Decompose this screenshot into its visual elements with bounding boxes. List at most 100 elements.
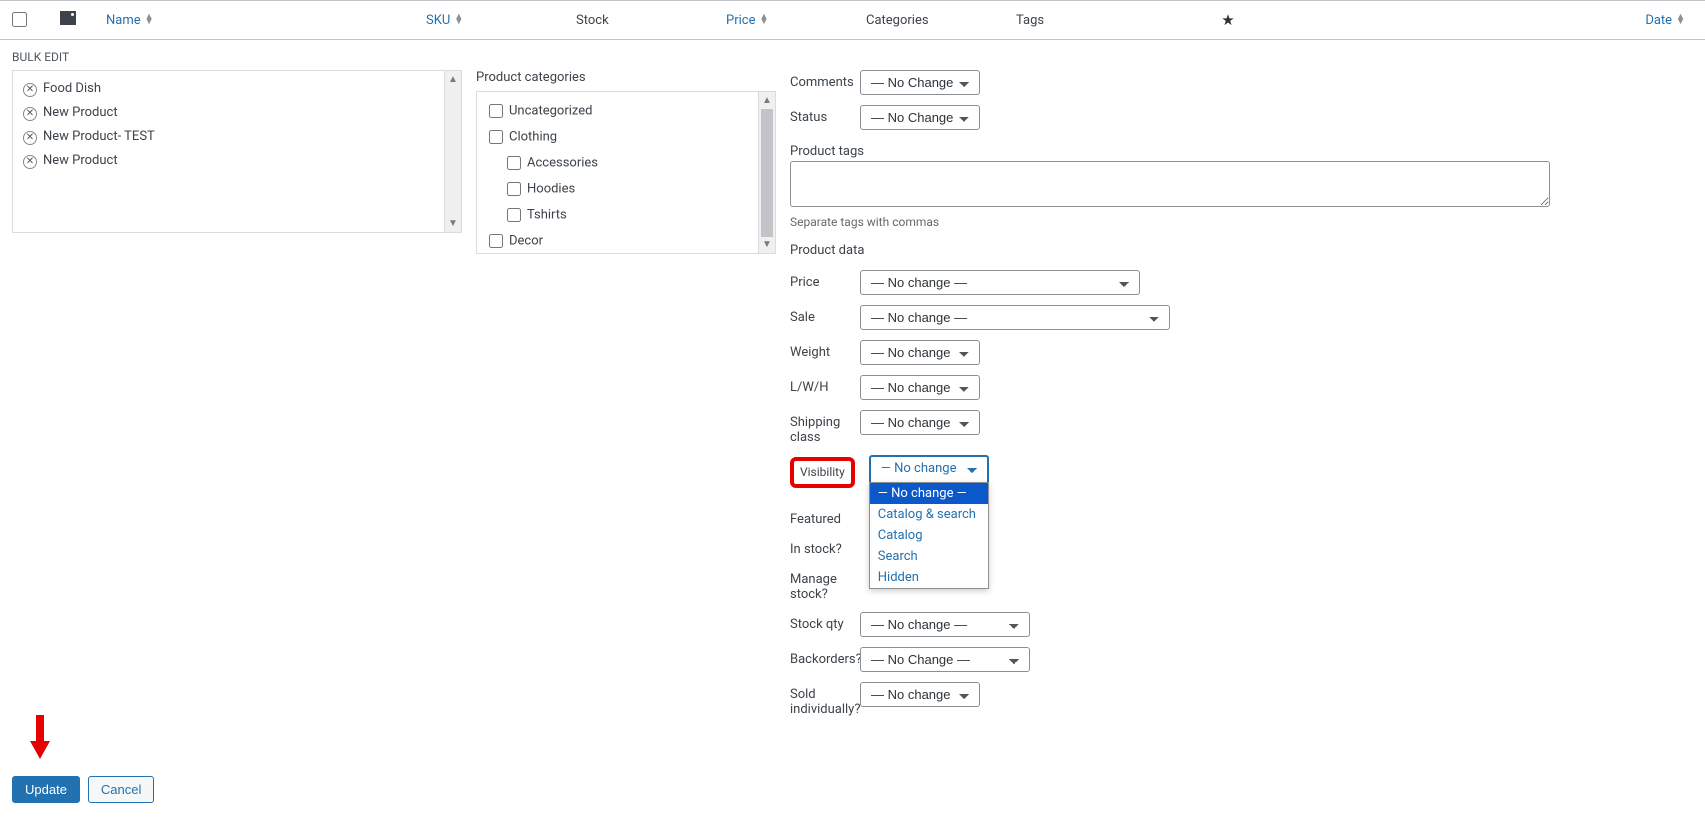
- stock-qty-select[interactable]: — No change —: [860, 612, 1030, 637]
- column-sku[interactable]: SKU▲▼: [418, 13, 568, 28]
- status-label: Status: [790, 105, 860, 125]
- column-stock: Stock: [568, 13, 718, 28]
- cat-checkbox[interactable]: [489, 130, 503, 144]
- sold-individually-select[interactable]: — No change —: [860, 682, 980, 707]
- cat-label: Tshirts: [527, 207, 567, 222]
- backorders-select[interactable]: — No Change —: [860, 647, 1030, 672]
- remove-icon[interactable]: ✕: [23, 155, 37, 169]
- cat-label: Decor: [509, 233, 543, 248]
- select-all-checkbox[interactable]: [12, 12, 27, 27]
- backorders-label: Backorders?: [790, 647, 860, 667]
- cat-hoodies[interactable]: Hoodies: [485, 176, 767, 202]
- column-sku-label: SKU: [426, 13, 450, 28]
- price-select[interactable]: — No change —: [860, 270, 1140, 295]
- column-stock-label: Stock: [576, 13, 609, 28]
- cat-label: Clothing: [509, 129, 557, 144]
- cancel-button[interactable]: Cancel: [88, 776, 154, 803]
- scrollbar[interactable]: ▲ ▼: [444, 71, 461, 232]
- column-tags: Tags: [1008, 13, 1188, 28]
- column-price[interactable]: Price▲▼: [718, 13, 858, 28]
- sale-select[interactable]: — No change —: [860, 305, 1170, 330]
- bulk-item: ✕ New Product: [21, 149, 453, 173]
- status-select[interactable]: — No Change —: [860, 105, 980, 130]
- cancel-button-label: Cancel: [101, 782, 141, 797]
- image-icon: [60, 11, 76, 25]
- cat-decor[interactable]: Decor: [485, 228, 767, 253]
- remove-icon[interactable]: ✕: [23, 83, 37, 97]
- cat-uncategorized[interactable]: Uncategorized: [485, 98, 767, 124]
- comments-label: Comments: [790, 70, 860, 90]
- scroll-thumb[interactable]: [761, 109, 773, 237]
- thumb-column-icon: [38, 11, 98, 29]
- visibility-option[interactable]: — No change —: [870, 483, 988, 504]
- cat-accessories[interactable]: Accessories: [485, 150, 767, 176]
- visibility-option[interactable]: Catalog & search: [870, 504, 988, 525]
- comments-select[interactable]: — No Change —: [860, 70, 980, 95]
- annotation-arrow: [28, 713, 52, 761]
- scrollbar[interactable]: ▲ ▼: [758, 92, 775, 253]
- visibility-label: Visibility: [800, 465, 845, 479]
- column-name[interactable]: Name▲▼: [98, 13, 418, 28]
- lwh-label: L/W/H: [790, 375, 860, 395]
- visibility-highlight: Visibility: [790, 457, 855, 488]
- cat-checkbox[interactable]: [489, 104, 503, 118]
- cat-clothing[interactable]: Clothing: [485, 124, 767, 150]
- cat-tshirts[interactable]: Tshirts: [485, 202, 767, 228]
- cat-label: Uncategorized: [509, 103, 592, 118]
- column-date-label: Date: [1645, 13, 1672, 28]
- cat-checkbox[interactable]: [489, 234, 503, 248]
- visibility-option[interactable]: Catalog: [870, 525, 988, 546]
- arrow-down-icon: [28, 713, 52, 761]
- column-price-label: Price: [726, 13, 755, 28]
- visibility-dropdown: — No change — Catalog & search Catalog S…: [869, 482, 989, 589]
- bulk-item: ✕ New Product: [21, 101, 453, 125]
- weight-label: Weight: [790, 340, 860, 360]
- product-tags-label: Product tags: [790, 144, 1693, 159]
- scroll-down-icon[interactable]: ▼: [759, 236, 775, 253]
- visibility-option[interactable]: Hidden: [870, 567, 988, 588]
- categories-panel: Uncategorized Clothing Accessories Hoodi…: [476, 91, 776, 254]
- scroll-up-icon[interactable]: ▲: [759, 92, 775, 109]
- star-icon: ★: [1221, 11, 1234, 29]
- product-tags-input[interactable]: [790, 161, 1550, 207]
- weight-select[interactable]: — No change —: [860, 340, 980, 365]
- bulk-item: ✕ Food Dish: [21, 77, 453, 101]
- stock-qty-label: Stock qty: [790, 612, 860, 632]
- products-table-header: Name▲▼ SKU▲▼ Stock Price▲▼ Categories Ta…: [0, 0, 1705, 40]
- cat-checkbox[interactable]: [507, 182, 521, 196]
- column-date[interactable]: Date▲▼: [1268, 13, 1705, 28]
- bulk-item-label: New Product: [43, 153, 118, 168]
- sold-individually-label: Sold individually?: [790, 682, 860, 717]
- column-name-label: Name: [106, 13, 141, 28]
- lwh-select[interactable]: — No change —: [860, 375, 980, 400]
- cat-label: Hoodies: [527, 181, 575, 196]
- update-button-label: Update: [25, 782, 67, 797]
- product-categories-title: Product categories: [476, 70, 776, 85]
- featured-label: Featured: [790, 507, 860, 527]
- sale-label: Sale: [790, 305, 860, 325]
- bulk-item-label: New Product: [43, 105, 118, 120]
- remove-icon[interactable]: ✕: [23, 107, 37, 121]
- cat-checkbox[interactable]: [507, 208, 521, 222]
- price-label: Price: [790, 270, 860, 290]
- bulk-items-panel: ✕ Food Dish ✕ New Product ✕ New Product- TE…: [12, 70, 462, 233]
- bulk-item-label: New Product- TEST: [43, 129, 155, 144]
- remove-icon[interactable]: ✕: [23, 131, 37, 145]
- instock-label: In stock?: [790, 537, 860, 557]
- column-tags-label: Tags: [1016, 13, 1044, 28]
- visibility-option[interactable]: Search: [870, 546, 988, 567]
- manage-stock-label: Manage stock?: [790, 567, 860, 602]
- shipping-class-select[interactable]: — No change —: [860, 410, 980, 435]
- bulk-item: ✕ New Product- TEST: [21, 125, 453, 149]
- scroll-up-icon[interactable]: ▲: [445, 71, 461, 88]
- column-categories: Categories: [858, 13, 1008, 28]
- scroll-down-icon[interactable]: ▼: [445, 215, 461, 232]
- cat-checkbox[interactable]: [507, 156, 521, 170]
- update-button[interactable]: Update: [12, 776, 80, 803]
- column-featured: ★: [1188, 11, 1268, 29]
- bulk-item-label: Food Dish: [43, 81, 101, 96]
- tags-hint: Separate tags with commas: [790, 215, 1693, 229]
- column-categories-label: Categories: [866, 13, 929, 28]
- shipping-class-label: Shipping class: [790, 410, 860, 445]
- product-data-title: Product data: [790, 243, 1693, 258]
